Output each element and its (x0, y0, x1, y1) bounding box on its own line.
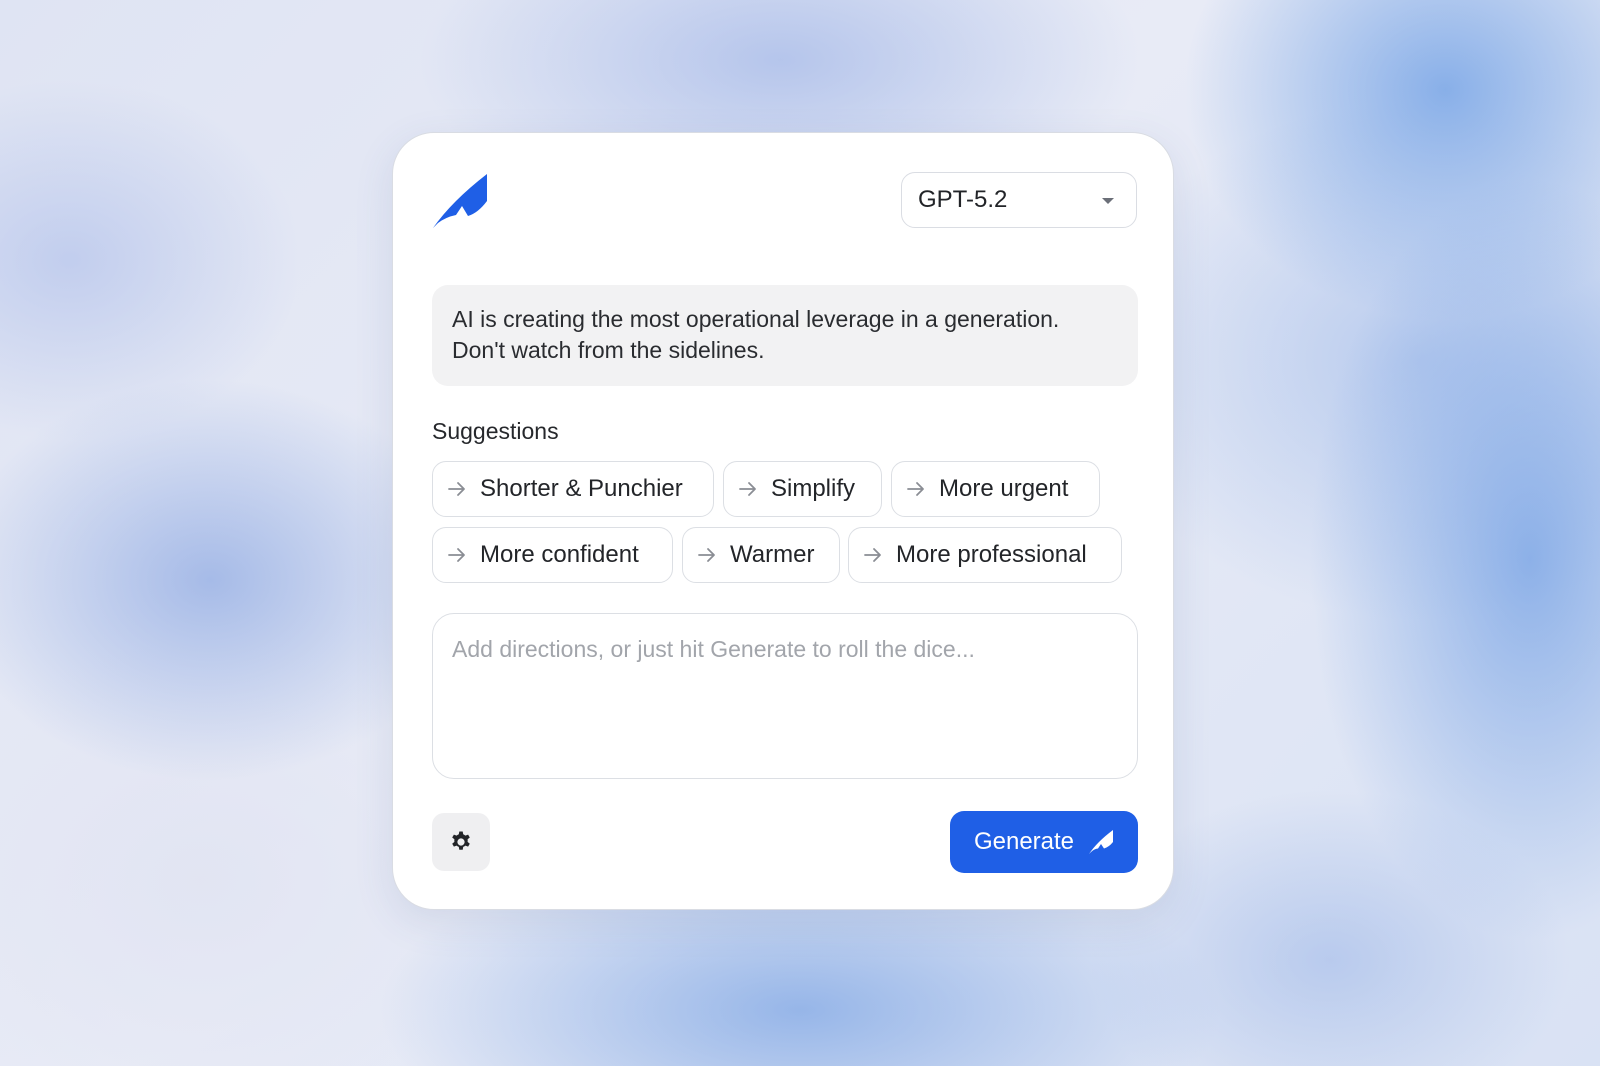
suggestion-chip-warmer[interactable]: Warmer (682, 527, 840, 583)
suggestion-chip-label: More urgent (939, 475, 1069, 502)
suggestion-chip-label: Shorter & Punchier (480, 475, 683, 502)
model-select-value: GPT-5.2 (918, 186, 1008, 213)
gear-icon (452, 831, 470, 850)
suggestion-chip-label: Simplify (771, 475, 856, 502)
suggestion-chip-simplify[interactable]: Simplify (723, 461, 882, 517)
suggestion-chip-label: More confident (480, 541, 639, 568)
quill-logo-icon (433, 174, 487, 228)
model-select[interactable]: GPT-5.2 (901, 172, 1137, 228)
arrow-right-icon (864, 548, 881, 562)
suggestion-chip-label: Warmer (730, 541, 815, 568)
quill-icon (1089, 830, 1114, 854)
chevron-down-icon (1102, 198, 1114, 204)
suggestions-heading: Suggestions (432, 418, 559, 444)
arrow-right-icon (739, 482, 756, 496)
arrow-right-icon (448, 548, 465, 562)
directions-input[interactable] (432, 613, 1138, 779)
suggestion-chip-label: More professional (896, 541, 1087, 568)
settings-button[interactable] (432, 813, 490, 871)
generate-button[interactable]: Generate (950, 811, 1138, 873)
generate-button-label: Generate (973, 828, 1075, 855)
suggestion-chip-more-confident[interactable]: More confident (432, 527, 673, 583)
arrow-right-icon (448, 482, 465, 496)
suggestion-chip-shorter-punchier[interactable]: Shorter & Punchier (432, 461, 714, 517)
arrow-right-icon (698, 548, 715, 562)
rewrite-panel: GPT-5.2 AI is creating the most operatio… (392, 132, 1174, 910)
suggestion-chip-more-professional[interactable]: More professional (848, 527, 1122, 583)
suggestion-chip-more-urgent[interactable]: More urgent (891, 461, 1100, 517)
source-text: AI is creating the most operational leve… (432, 285, 1138, 386)
arrow-right-icon (907, 482, 924, 496)
